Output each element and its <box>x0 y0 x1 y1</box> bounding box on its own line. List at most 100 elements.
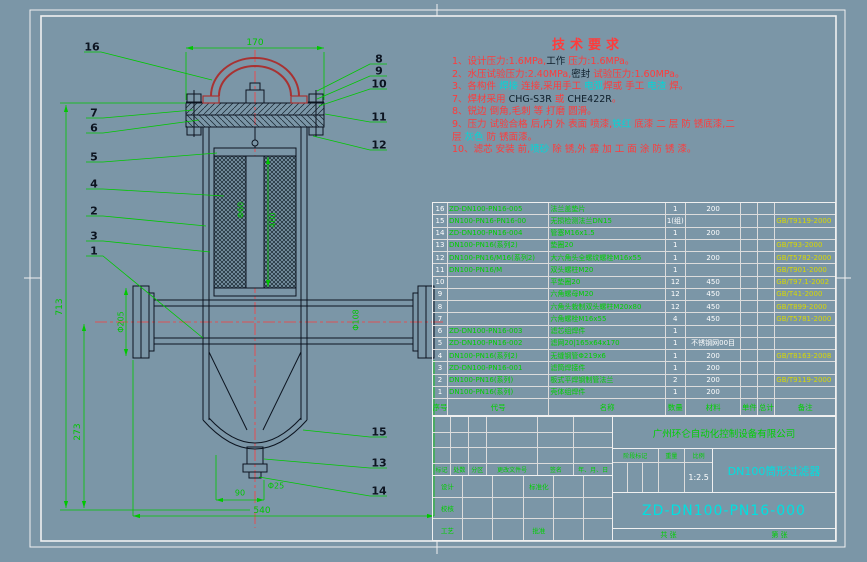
part-balloon-13: 13 <box>371 456 387 470</box>
bom-cell: GB/T9119-2000 <box>775 215 835 228</box>
bom-row: 7 六角螺栓M16x55 4 450 GB/T5781-2000 <box>433 313 835 326</box>
title-block-main: 广州环仑自动化控制设备有限公司 阶段标记 重量 比例 1:2.5 DN100筒形… <box>613 417 835 540</box>
part-balloon-16: 16 <box>84 40 100 54</box>
revision-grid <box>433 417 612 463</box>
bom-cell <box>741 386 759 399</box>
bom-row: 13 DN100-PN16(系列2) 垫圈20 1 GB/T93-2000 <box>433 239 835 252</box>
bom-cell <box>447 288 550 301</box>
bom-row: 10 平垫圈20 12 450 GB/T97.1-2002 <box>433 276 835 289</box>
dimension-drain-size: Φ25 <box>267 481 285 491</box>
bom-cell <box>741 350 759 363</box>
dimension-pipe-dia: Φ108 <box>351 309 361 331</box>
tech-requirement-line: 1、设计压力:1.6MPa,工作 压力:1.6MPa。 <box>452 56 635 67</box>
bom-cell <box>741 215 759 228</box>
signature-grid: 设计 标准化 校核 工艺 批准 <box>433 476 612 541</box>
bom-cell: ZD-DN100-PN16-002 <box>447 337 550 350</box>
label-zone: 分区 <box>469 464 487 475</box>
revision-labels: 标记 处数 分区 更改文件号 签名 年、月、日 <box>433 463 612 476</box>
tech-lines: 1、设计压力:1.6MPa,工作 压力:1.6MPa。 2、水压试验压力:2.40… <box>452 56 836 157</box>
part-balloon-5: 5 <box>90 150 98 164</box>
part-balloon-4: 4 <box>90 177 98 191</box>
bom-cell <box>447 276 550 289</box>
part-balloon-14: 14 <box>371 484 387 498</box>
part-balloon-15: 15 <box>371 425 387 439</box>
bom-cell <box>685 215 742 228</box>
bom-cell: DN100-PN16/M16(系列2) <box>447 252 550 265</box>
bom-cell <box>741 337 759 350</box>
bom-cell: 9 <box>433 288 448 301</box>
bom-row: 15 DN100-PN16-PN16-00 无损检测法兰DN15 1(组) GB/T91… <box>433 215 835 228</box>
bom-cell: GB/T901-2000 <box>775 264 835 277</box>
part-balloon-9: 9 <box>375 64 383 78</box>
bom-cell: 4 <box>433 350 448 363</box>
bom-cell <box>447 313 550 326</box>
label-sheet-total: 共 张 <box>660 530 677 539</box>
bom-cell: DN100-PN16(系列2) <box>447 350 550 363</box>
part-balloon-10: 10 <box>371 77 387 91</box>
bom-cell <box>685 325 742 338</box>
bom-cell: 7 <box>433 313 448 326</box>
bom-cell: 12 <box>665 288 686 301</box>
bom-cell: 12 <box>433 252 448 265</box>
bom-cell: 序号 <box>433 399 448 415</box>
bom-cell: 200 <box>685 203 742 216</box>
bom-cell: 1 <box>665 264 686 277</box>
bom-cell <box>775 228 835 240</box>
bom-cell: 450 <box>685 301 742 314</box>
bom-cell: 450 <box>685 276 742 289</box>
bom-cell: 450 <box>685 288 742 301</box>
bom-cell: GB/T97.1-2002 <box>775 277 835 289</box>
label-design: 设计 <box>433 476 463 497</box>
bom-cell <box>741 203 759 216</box>
bom-cell <box>741 325 759 338</box>
bom-cell: 不锈钢网00目 <box>685 337 742 350</box>
bom-cell <box>758 301 776 314</box>
bom-row: 6 ZD-DN100-PN16-003 滤芯组焊件 1 <box>433 325 835 338</box>
bom-cell: 双头螺柱M20 <box>549 264 666 277</box>
bom-row: 8 六角头栽制双头螺柱M20x80 12 450 GB/T899-2000 <box>433 301 835 314</box>
label-scale: 比例 <box>692 453 705 460</box>
tech-requirements-title: 技术要求 <box>552 38 625 53</box>
bom-cell <box>775 387 835 399</box>
label-standard: 标准化 <box>524 476 555 497</box>
bom-cell <box>775 203 835 216</box>
bom-cell: 名称 <box>549 399 666 415</box>
bom-cell <box>758 350 776 363</box>
part-balloon-3: 3 <box>90 229 98 243</box>
bom-cell: 2 <box>665 374 686 387</box>
product-name: DN100筒形过滤器 <box>727 464 821 478</box>
bom-cell: 六角螺栓M16x55 <box>549 313 666 326</box>
dimension-core-dia: Φ60 <box>236 201 246 219</box>
bom-cell: 3 <box>433 362 448 375</box>
bom-cell: DN100-PN16(系列) <box>447 374 550 387</box>
bom-cell: 12 <box>665 276 686 289</box>
bom-cell: ZD-DN100-PN16-001 <box>447 362 550 375</box>
bom-cell: 13 <box>433 239 448 252</box>
bom-row: 12 DN100-PN16/M16(系列2) 大六角头全螺纹螺栓M16x55 1 200… <box>433 252 835 265</box>
title-block: 标记 处数 分区 更改文件号 签名 年、月、日 设计 标准化 校核 工艺 批准 … <box>432 416 836 541</box>
bom-cell: 滤芯组焊件 <box>549 325 666 338</box>
bom-cell: 总计 <box>758 399 776 415</box>
bom-cell <box>758 264 776 277</box>
bom-cell <box>685 239 742 252</box>
bom-cell: GB/T899-2000 <box>775 301 835 314</box>
bom-cell: DN100-PN16(系列2) <box>447 239 550 252</box>
bom-cell: 大六角头全螺纹螺栓M16x55 <box>549 252 666 265</box>
bom-cell: 15 <box>433 215 448 228</box>
dimension-filter-height: 400 <box>268 212 278 228</box>
label-change-doc: 更改文件号 <box>487 464 539 475</box>
bom-cell <box>758 227 776 240</box>
bom-cell: 1 <box>665 239 686 252</box>
part-balloon-7: 7 <box>90 106 98 120</box>
bom-cell: 管塞M16x1.5 <box>549 227 666 240</box>
bom-cell <box>758 252 776 265</box>
bom-cell: 200 <box>685 386 742 399</box>
title-block-revision-area: 标记 处数 分区 更改文件号 签名 年、月、日 设计 标准化 校核 工艺 批准 <box>433 417 613 541</box>
bom-cell: 法兰盖垫片 <box>549 203 666 216</box>
bom-cell: 1 <box>665 386 686 399</box>
bom-row: 14 ZD-DN100-PN16-004 管塞M16x1.5 1 200 <box>433 227 835 240</box>
label-date: 年、月、日 <box>578 467 609 474</box>
bom-cell: 450 <box>685 313 742 326</box>
bom-cell <box>775 326 835 338</box>
bom-cell: 200 <box>685 350 742 363</box>
